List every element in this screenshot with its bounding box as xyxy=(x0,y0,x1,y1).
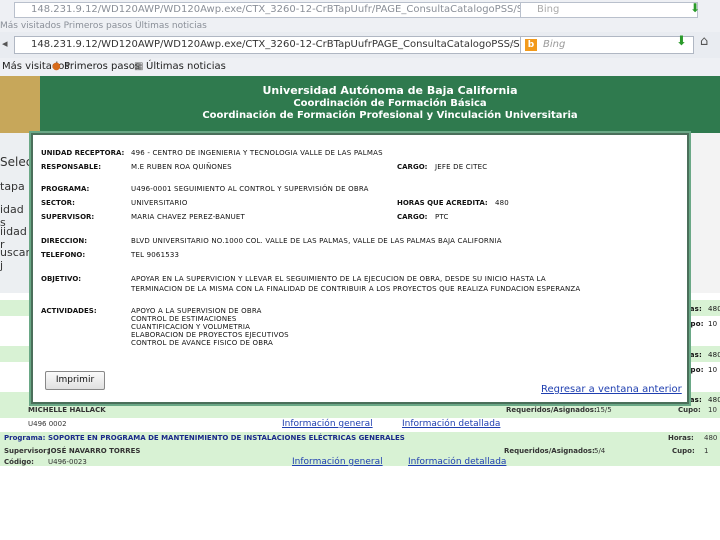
download-icon[interactable]: ⬇ xyxy=(676,35,688,48)
url-text: 148.231.9.12/WD120AWP/WD120Awp.exe/CTX_3… xyxy=(31,39,521,50)
info-general-link[interactable]: Información general xyxy=(282,418,373,430)
unidad-value: 496 - CENTRO DE INGENIERIA Y TECNOLOGIA … xyxy=(131,149,383,157)
ghost-url: 148.231.9.12/WD120AWP/WD120Awp.exe/CTX_3… xyxy=(14,2,522,18)
row-a-cupo-label: Cupo: xyxy=(678,406,701,414)
home-icon[interactable]: ⌂ xyxy=(700,35,712,48)
actividades-label: ACTIVIDADES: xyxy=(41,307,97,315)
telefono-value: TEL 9061533 xyxy=(131,251,180,259)
bing-icon: b xyxy=(525,39,537,51)
back-link[interactable]: Regresar a ventana anterior xyxy=(541,384,682,395)
info-general-link-b[interactable]: Información general xyxy=(292,456,383,468)
unidad-label: UNIDAD RECEPTORA: xyxy=(41,149,125,157)
result-row-b-links: Código: U496-0023 Información general In… xyxy=(0,456,720,468)
row-a-supervisor: MICHELLE HALLACK xyxy=(28,406,106,414)
program-detail-dialog: UNIDAD RECEPTORA: 496 - CENTRO DE INGENI… xyxy=(31,133,689,404)
print-button[interactable]: Imprimir xyxy=(45,371,105,390)
ghost-bookmarks: Más visitados Primeros pasos Últimas not… xyxy=(0,20,720,32)
firefox-icon: ● xyxy=(52,61,61,72)
actividad-item: CONTROL DE ESTIMACIONES xyxy=(131,315,237,323)
bg-right-value: 10 xyxy=(708,366,718,374)
sector-value: UNIVERSITARIO xyxy=(131,199,188,207)
bookmark-primeros-pasos[interactable]: Primeros pasos xyxy=(64,58,140,76)
download-arrow-icon: ⬇ xyxy=(690,1,701,15)
bg-label-2: tapa xyxy=(0,180,25,193)
horas-label: HORAS QUE ACREDITA: xyxy=(397,199,488,207)
row-a-requeridos-value: 15/5 xyxy=(596,406,612,414)
actividad-item: ELABORACION DE PROYECTOS EJECUTIVOS xyxy=(131,331,289,339)
result-row-a: MICHELLE HALLACK Requeridos/Asignados: 1… xyxy=(0,404,720,418)
actividad-item: CONTROL DE AVANCE FISICO DE OBRA xyxy=(131,339,274,347)
sector-label: SECTOR: xyxy=(41,199,75,207)
programa-value: U496-0001 SEGUIMIENTO AL CONTROL Y SUPER… xyxy=(131,185,369,193)
responsable-label: RESPONSABLE: xyxy=(41,163,101,171)
supervisor-value: MARIA CHAVEZ PEREZ-BANUET xyxy=(131,213,246,221)
rss-icon: ▦ xyxy=(134,61,144,72)
row-b-codigo-label: Código: xyxy=(4,458,34,466)
actividad-item: APOYO A LA SUPERVISION DE OBRA xyxy=(131,307,262,315)
cargo-label-2: CARGO: xyxy=(397,213,428,221)
cargo-value-2: PTC xyxy=(435,213,449,221)
background-left-panel: Selecc tapa idad s iidad r uscar j xyxy=(0,133,39,293)
ghost-address-bar: 148.231.9.12/WD120AWP/WD120Awp.exe/CTX_3… xyxy=(0,0,720,21)
search-placeholder: Bing xyxy=(543,39,566,50)
bg-label-5: uscar j xyxy=(0,246,31,272)
row-b-program-label: Programa: xyxy=(4,434,46,442)
header-subtitle-1: Coordinación de Formación Básica xyxy=(293,98,487,109)
ghost-search: Bing xyxy=(520,2,698,18)
direccion-value: BLVD UNIVERSITARIO NO.1000 COL. VALLE DE… xyxy=(131,237,502,245)
result-row-a-links: U496 0002 Información general Informació… xyxy=(0,418,720,432)
bg-right-value: 10 xyxy=(708,320,718,328)
row-a-cupo-value: 10 xyxy=(708,406,717,414)
telefono-label: TELEFONO: xyxy=(41,251,86,259)
objetivo-label: OBJETIVO: xyxy=(41,275,82,283)
cargo-label: CARGO: xyxy=(397,163,428,171)
objetivo-line-2: TERMINACION DE LA MISMA CON LA FINALIDAD… xyxy=(131,285,581,293)
responsable-value: M.E RUBEN ROA QUIÑONES xyxy=(131,163,232,171)
bookmark-ultimas-noticias[interactable]: Últimas noticias xyxy=(146,58,226,76)
row-b-horas-value: 480 xyxy=(704,434,718,442)
bg-right-value: 480 xyxy=(708,396,720,404)
supervisor-label: SUPERVISOR: xyxy=(41,213,95,221)
university-header: Universidad Autónoma de Baja California … xyxy=(0,76,720,133)
bookmarks-bar: Más visitados ● Primeros pasos ▦ Últimas… xyxy=(0,58,720,77)
programa-label: PROGRAMA: xyxy=(41,185,90,193)
background-right-panel xyxy=(686,133,720,293)
horas-value: 480 xyxy=(495,199,509,207)
info-detallada-link[interactable]: Información detallada xyxy=(402,418,500,430)
objetivo-line-1: APOYAR EN LA SUPERVICION Y LLEVAR EL SEG… xyxy=(131,275,546,283)
university-logo xyxy=(0,76,40,133)
cargo-value: JEFE DE CITEC xyxy=(435,163,488,171)
header-subtitle-2: Coordinación de Formación Profesional y … xyxy=(202,110,578,121)
header-title: Universidad Autónoma de Baja California xyxy=(262,84,518,97)
search-box[interactable]: b Bing xyxy=(520,36,694,54)
back-icon[interactable]: ◂ xyxy=(2,38,14,50)
bg-right-value: 480 xyxy=(708,351,720,359)
bookmark-star-icon[interactable]: ☆ xyxy=(508,37,517,53)
row-a-code: U496 0002 xyxy=(28,420,67,428)
row-b-codigo: U496-0023 xyxy=(48,458,87,466)
actividad-item: CUANTIFICACION Y VOLUMETRIA xyxy=(131,323,251,331)
row-b-horas-label: Horas: xyxy=(668,434,694,442)
address-bar[interactable]: 148.231.9.12/WD120AWP/WD120Awp.exe/CTX_3… xyxy=(14,36,522,54)
info-detallada-link-b[interactable]: Información detallada xyxy=(408,456,506,468)
direccion-label: DIRECCION: xyxy=(41,237,88,245)
bg-right-value: 480 xyxy=(708,305,720,313)
row-a-requeridos-label: Requeridos/Asignados: xyxy=(506,406,597,414)
browser-toolbar: ◂ 148.231.9.12/WD120AWP/WD120Awp.exe/CTX… xyxy=(0,32,720,59)
row-b-program: SOPORTE EN PROGRAMA DE MANTENIMIENTO DE … xyxy=(48,434,405,442)
